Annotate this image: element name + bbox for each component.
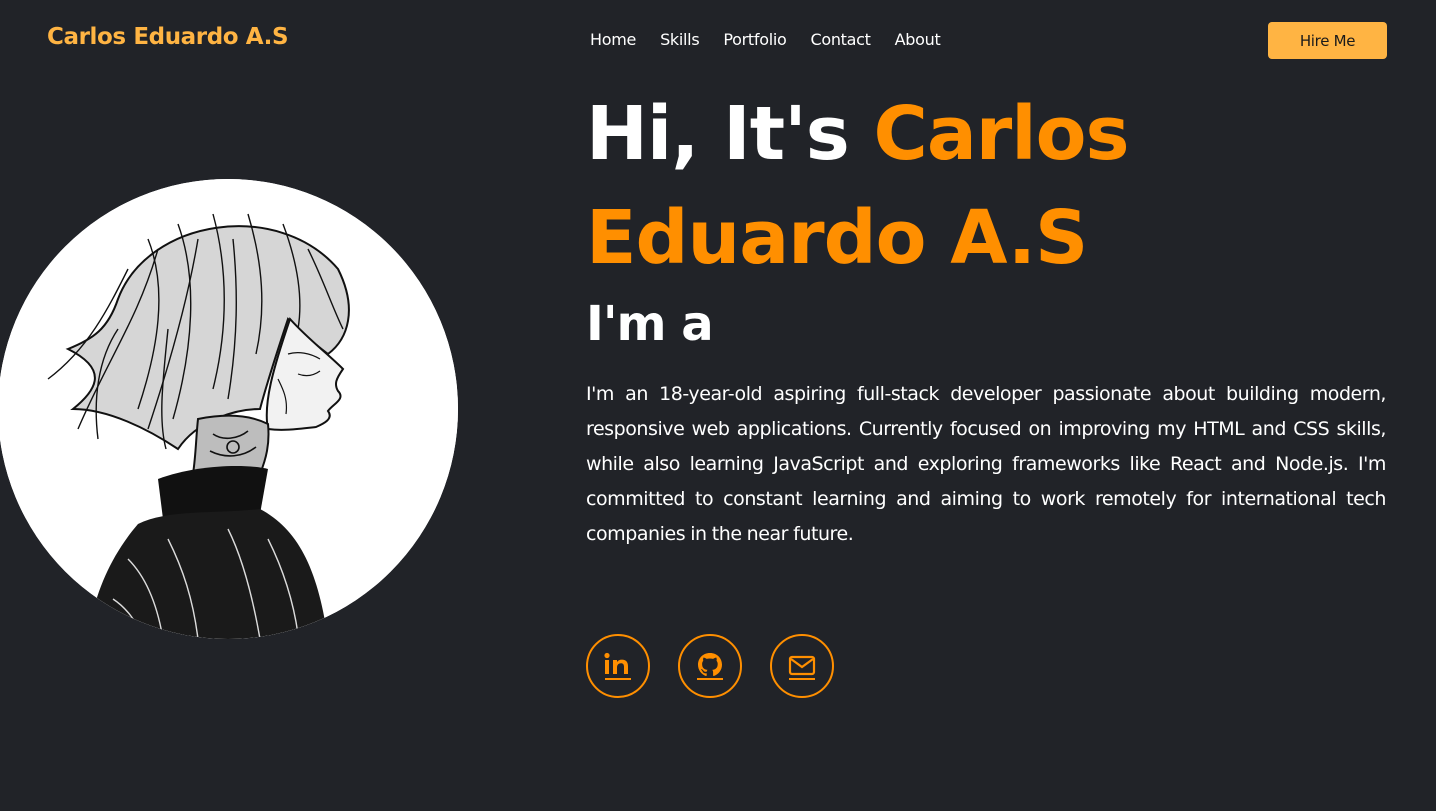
social-links xyxy=(586,634,834,698)
linkedin-link[interactable] xyxy=(586,634,650,698)
nav-contact[interactable]: Contact xyxy=(810,30,870,49)
github-icon xyxy=(697,653,723,680)
main-nav: Home Skills Portfolio Contact About xyxy=(590,30,941,49)
bio-paragraph: I'm an 18-year-old aspiring full-stack d… xyxy=(586,383,1386,545)
hero-title: Hi, It's Carlos Eduardo A.S xyxy=(586,82,1386,290)
nav-about[interactable]: About xyxy=(895,30,941,49)
role-heading: I'm a xyxy=(586,296,714,352)
hire-me-button[interactable]: Hire Me xyxy=(1268,22,1387,59)
nav-portfolio[interactable]: Portfolio xyxy=(723,30,786,49)
mail-icon xyxy=(788,655,816,680)
linkedin-icon xyxy=(604,652,631,680)
nav-home[interactable]: Home xyxy=(590,30,636,49)
profile-portrait xyxy=(0,179,458,639)
manga-portrait-illustration xyxy=(0,179,458,639)
github-link[interactable] xyxy=(678,634,742,698)
logo-link[interactable]: Carlos Eduardo A.S xyxy=(47,24,289,50)
nav-skills[interactable]: Skills xyxy=(660,30,700,49)
email-link[interactable] xyxy=(770,634,834,698)
hero-greeting: Hi, It's xyxy=(586,91,850,177)
